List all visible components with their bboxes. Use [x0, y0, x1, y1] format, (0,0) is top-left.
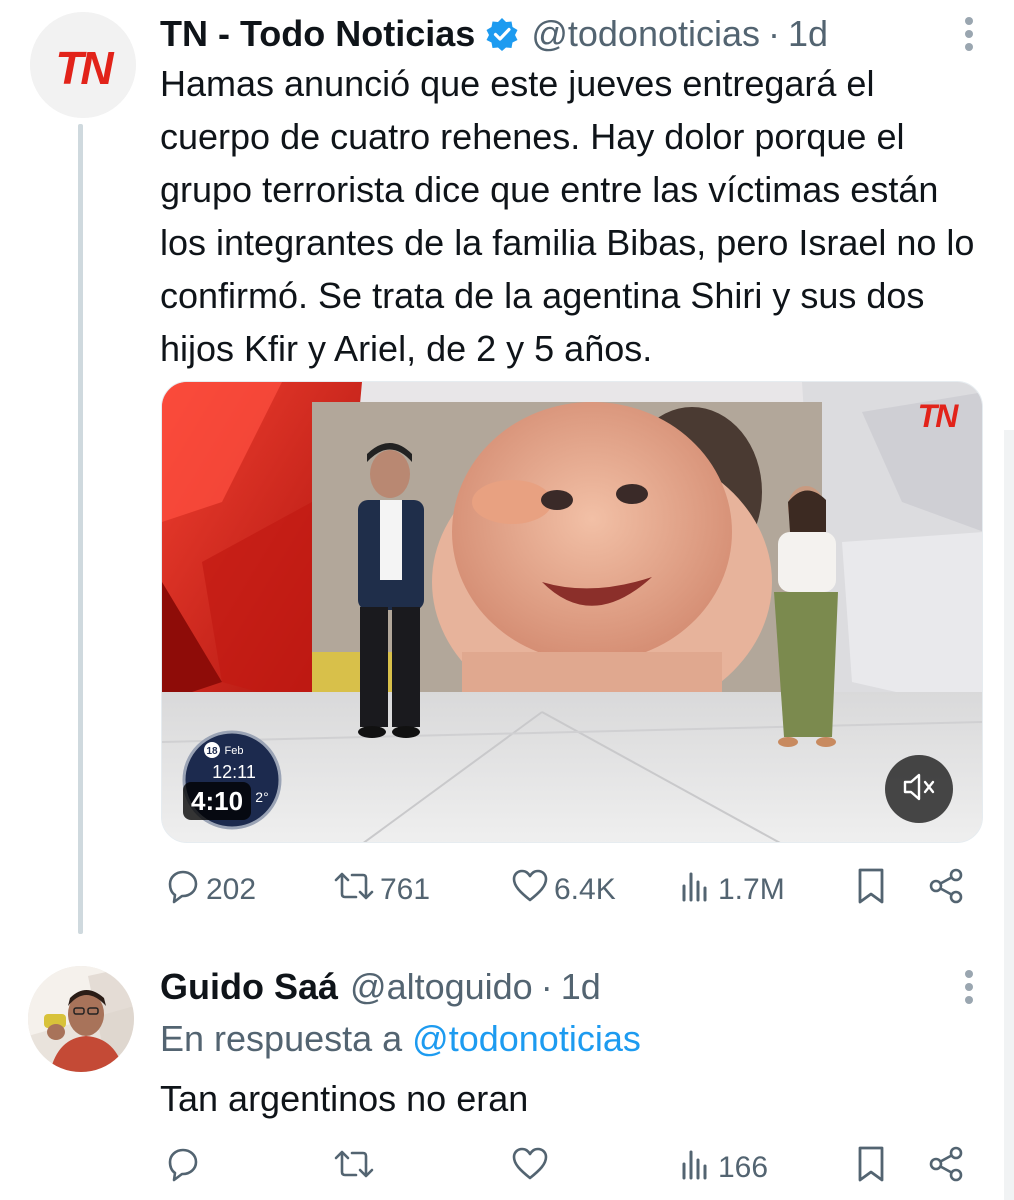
replying-to-label: En respuesta a [160, 1018, 403, 1059]
verified-badge-icon [485, 17, 519, 51]
reply-time[interactable]: 1d [561, 966, 601, 1008]
tweet-text: Hamas anunció que este jueves entregará … [160, 63, 975, 369]
scrollbar[interactable] [1004, 430, 1014, 1200]
reply-author-name[interactable]: Guido Saá [160, 966, 338, 1008]
like-icon [510, 866, 550, 914]
share-button[interactable] [926, 868, 966, 912]
views-icon [678, 1144, 714, 1192]
clock-temp: 2° [255, 789, 268, 805]
retweet-icon [332, 866, 376, 914]
share-icon [926, 866, 966, 914]
tweet-time[interactable]: 1d [788, 13, 828, 55]
reply-views-count: 166 [718, 1151, 769, 1184]
bookmark-icon [854, 1144, 888, 1192]
reply-reply-button[interactable] [162, 1146, 206, 1190]
tn-avatar[interactable]: TN [30, 12, 136, 118]
like-button[interactable]: 6.4K [510, 868, 616, 912]
tweet-actions: 202 761 6.4K 1.7M [160, 868, 980, 912]
reply-icon [162, 1144, 202, 1192]
reply-button[interactable]: 202 [162, 868, 256, 912]
guido-avatar[interactable] [28, 966, 134, 1072]
reply-actions: 166 [160, 1146, 980, 1190]
bookmark-icon [854, 866, 888, 914]
author-name[interactable]: TN - Todo Noticias [160, 13, 475, 55]
replying-to: En respuesta a @todonoticias [160, 1018, 641, 1060]
bookmark-button[interactable] [854, 868, 888, 912]
author-handle[interactable]: @todonoticias [531, 13, 760, 55]
clock-day: 18 [206, 746, 218, 757]
like-count: 6.4K [554, 873, 616, 906]
reply-text: Tan argentinos no eran [160, 1078, 529, 1119]
reply-views-button[interactable]: 166 [678, 1146, 768, 1190]
reply-retweet-button[interactable] [332, 1146, 380, 1190]
mute-button[interactable] [885, 755, 953, 823]
reply-author-handle[interactable]: @altoguido [350, 966, 533, 1008]
video-frame: TN 18 Feb 12:11 2° [162, 382, 982, 842]
retweet-icon [332, 1144, 376, 1192]
reply-share-button[interactable] [926, 1146, 966, 1190]
reply-header: Guido Saá @altoguido · 1d [160, 966, 601, 1008]
like-icon [510, 1144, 550, 1192]
video-duration: 4:10 [183, 782, 252, 820]
share-icon [926, 1144, 966, 1192]
replying-to-handle[interactable]: @todonoticias [412, 1018, 641, 1059]
clock-month: Feb [225, 745, 244, 757]
reply-like-button[interactable] [510, 1146, 554, 1190]
thread-line [78, 124, 83, 934]
reply-separator-dot: · [540, 966, 553, 1007]
separator-dot: · [768, 13, 781, 54]
views-icon [678, 866, 714, 914]
retweet-count: 761 [380, 873, 431, 906]
retweet-button[interactable]: 761 [332, 868, 430, 912]
reply-bookmark-button[interactable] [854, 1146, 888, 1190]
reply-icon [162, 866, 202, 914]
more-options-icon[interactable] [962, 17, 976, 51]
clock-time: 12:11 [212, 762, 256, 782]
views-count: 1.7M [718, 873, 785, 906]
views-button[interactable]: 1.7M [678, 868, 785, 912]
tn-logo-text: TN [55, 42, 114, 94]
video-player[interactable]: TN 18 Feb 12:11 2° [161, 381, 983, 843]
tweet-header: TN - Todo Noticias @todonoticias · 1d [160, 12, 828, 55]
reply-more-options-icon[interactable] [962, 970, 976, 1004]
channel-logo: TN [918, 398, 960, 434]
reply-count: 202 [206, 873, 257, 906]
mute-icon [901, 772, 937, 807]
